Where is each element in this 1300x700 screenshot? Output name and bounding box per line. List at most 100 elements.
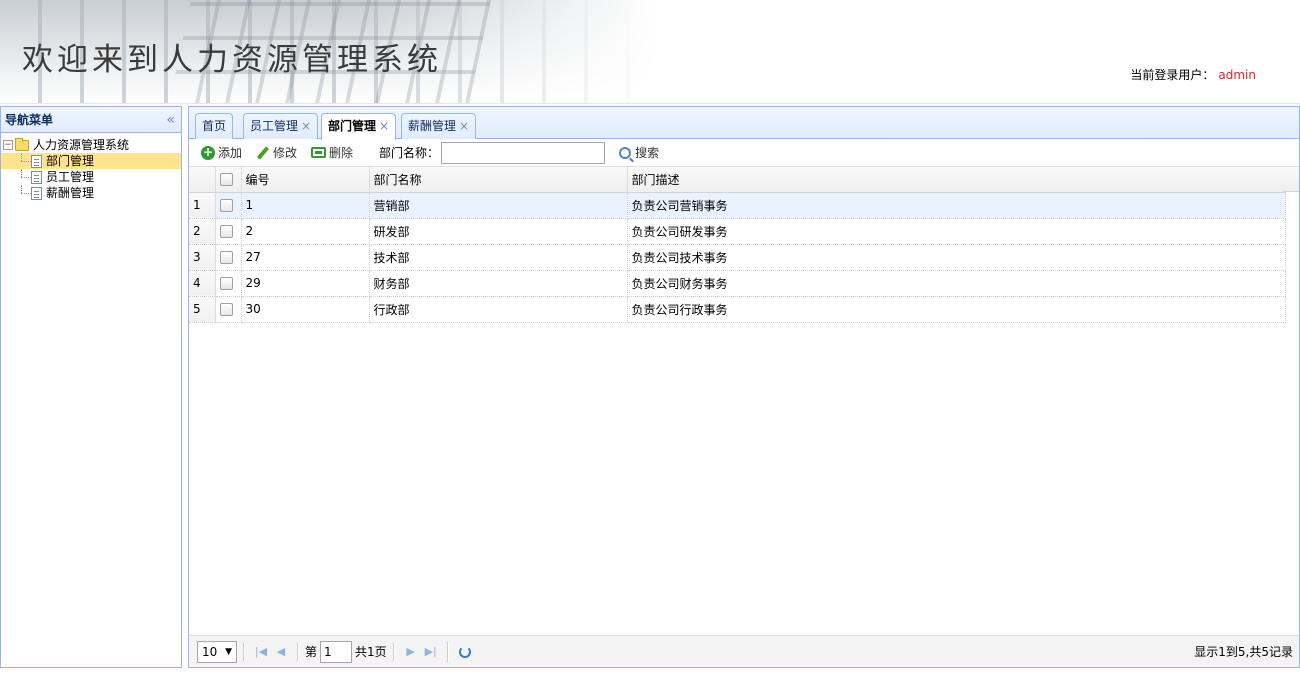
table-header-row: 编号 部门名称 部门描述 xyxy=(189,167,1286,193)
pencil-icon xyxy=(256,146,270,160)
column-header-name[interactable]: 部门名称 xyxy=(369,167,628,193)
checkbox-icon[interactable] xyxy=(219,251,233,264)
tree-line xyxy=(17,153,31,169)
tree-item-label: 薪酬管理 xyxy=(46,186,95,200)
tree-item-label: 部门管理 xyxy=(46,154,95,168)
cell-id: 29 xyxy=(241,270,370,297)
tab-department[interactable]: 部门管理 × xyxy=(321,113,397,140)
close-icon[interactable]: × xyxy=(301,119,311,133)
close-icon[interactable]: × xyxy=(459,119,469,133)
tree-root-label: 人力资源管理系统 xyxy=(33,138,130,152)
collapse-icon[interactable]: « xyxy=(166,107,175,133)
add-button-label: 添加 xyxy=(218,146,243,160)
cell-desc: 负责公司研发事务 xyxy=(627,218,1286,245)
search-button[interactable]: 搜索 xyxy=(619,144,659,161)
cell-desc: 负责公司财务事务 xyxy=(627,270,1286,297)
tree-item-employee[interactable]: 员工管理 xyxy=(1,169,181,185)
pager-separator xyxy=(243,641,245,662)
edit-button-label: 修改 xyxy=(273,146,298,160)
cell-id: 27 xyxy=(241,244,370,271)
checkbox-icon[interactable] xyxy=(219,199,233,212)
pager-separator xyxy=(297,641,299,662)
file-icon xyxy=(31,170,42,184)
search-button-label: 搜索 xyxy=(635,146,660,160)
page-size-select[interactable]: 10 ▼ xyxy=(197,640,237,663)
pager-separator xyxy=(392,641,395,662)
checkbox-icon[interactable] xyxy=(219,303,233,316)
checkbox-icon[interactable] xyxy=(219,173,233,187)
grid-header-filler xyxy=(1283,167,1299,192)
edit-button[interactable]: 修改 xyxy=(256,144,297,161)
tab-bar: 首页 员工管理 × 部门管理 × 薪酬管理 × xyxy=(189,107,1299,140)
row-number: 4 xyxy=(189,270,216,297)
tree-expander-icon[interactable]: − xyxy=(3,140,13,150)
tree-line xyxy=(17,169,31,185)
table-row[interactable]: 5 30 行政部 负责公司行政事务 xyxy=(189,296,1286,323)
site-title: 欢迎来到人力资源管理系统 xyxy=(22,42,442,78)
tree-item-salary[interactable]: 薪酬管理 xyxy=(1,185,181,201)
first-page-icon[interactable]: |◀ xyxy=(251,642,271,662)
row-number: 2 xyxy=(189,218,216,245)
tab-label: 首页 xyxy=(202,119,227,133)
department-name-search-input[interactable] xyxy=(441,141,606,164)
pagination-bar: 10 ▼ |◀ ◀ 第 共1页 ▶ ▶| 显示1到5,共5记录 xyxy=(189,635,1299,667)
login-info: 当前登录用户： admin xyxy=(1130,66,1256,83)
department-table: 编号 部门名称 部门描述 1 1 营销部 负责公司营销事务 2 2 研发部 负责… xyxy=(189,167,1286,323)
select-all-checkbox-cell[interactable] xyxy=(215,167,242,193)
tab-salary[interactable]: 薪酬管理 × xyxy=(401,113,477,139)
file-icon xyxy=(31,186,42,200)
cell-name: 营销部 xyxy=(369,192,628,219)
tab-home[interactable]: 首页 xyxy=(195,113,234,139)
column-header-id[interactable]: 编号 xyxy=(241,167,370,193)
file-icon xyxy=(31,154,42,168)
pagination-info: 显示1到5,共5记录 xyxy=(1194,645,1293,659)
tree-root-node[interactable]: − 人力资源管理系统 xyxy=(1,137,181,153)
nav-tree: − 人力资源管理系统 部门管理 员工管理 薪酬管理 xyxy=(1,133,181,201)
prev-page-icon[interactable]: ◀ xyxy=(271,642,291,662)
next-page-icon[interactable]: ▶ xyxy=(401,642,421,662)
search-icon xyxy=(619,146,632,159)
tree-item-label: 员工管理 xyxy=(46,170,95,184)
tab-label: 部门管理 xyxy=(328,119,377,133)
add-icon: + xyxy=(201,144,215,160)
search-label: 部门名称： xyxy=(379,146,440,160)
row-checkbox-cell[interactable] xyxy=(215,244,242,271)
table-row[interactable]: 4 29 财务部 负责公司财务事务 xyxy=(189,270,1286,297)
row-checkbox-cell[interactable] xyxy=(215,192,242,219)
row-checkbox-cell[interactable] xyxy=(215,270,242,297)
page-footer-space xyxy=(0,668,1300,700)
add-button[interactable]: + 添加 xyxy=(201,144,242,161)
last-page-icon[interactable]: ▶| xyxy=(421,642,441,662)
table-row[interactable]: 3 27 技术部 负责公司技术事务 xyxy=(189,244,1286,271)
login-label: 当前登录用户： xyxy=(1130,68,1215,82)
checkbox-icon[interactable] xyxy=(219,225,233,238)
page-header: 欢迎来到人力资源管理系统 当前登录用户： admin xyxy=(0,0,1300,104)
tree-item-department[interactable]: 部门管理 xyxy=(1,153,181,169)
table-row[interactable]: 2 2 研发部 负责公司研发事务 xyxy=(189,218,1286,245)
data-grid: 编号 部门名称 部门描述 1 1 营销部 负责公司营销事务 2 2 研发部 负责… xyxy=(189,167,1299,623)
row-checkbox-cell[interactable] xyxy=(215,218,242,245)
page-total-label: 共1页 xyxy=(355,645,387,659)
delete-button[interactable]: 删除 xyxy=(311,144,353,161)
delete-button-label: 删除 xyxy=(329,146,354,160)
row-number: 1 xyxy=(189,192,216,219)
checkbox-icon[interactable] xyxy=(219,277,233,290)
pager-separator xyxy=(446,641,449,662)
row-number: 3 xyxy=(189,244,216,271)
row-number: 5 xyxy=(189,296,216,323)
login-username: admin xyxy=(1218,68,1256,82)
cell-name: 行政部 xyxy=(369,296,628,323)
tab-employee[interactable]: 员工管理 × xyxy=(243,113,319,139)
column-header-desc[interactable]: 部门描述 xyxy=(627,167,1286,193)
refresh-icon[interactable] xyxy=(458,645,471,658)
nav-panel-title: 导航菜单 xyxy=(5,113,54,127)
table-row[interactable]: 1 1 营销部 负责公司营销事务 xyxy=(189,192,1286,219)
tree-line xyxy=(17,185,31,201)
close-icon[interactable]: × xyxy=(379,119,389,133)
tab-label: 员工管理 xyxy=(250,119,299,133)
row-checkbox-cell[interactable] xyxy=(215,296,242,323)
page-number-input[interactable] xyxy=(320,640,353,663)
cell-name: 技术部 xyxy=(369,244,628,271)
toolbar: + 添加 修改 删除 部门名称： 搜索 xyxy=(189,139,1299,167)
page-prefix-label: 第 xyxy=(305,645,318,659)
